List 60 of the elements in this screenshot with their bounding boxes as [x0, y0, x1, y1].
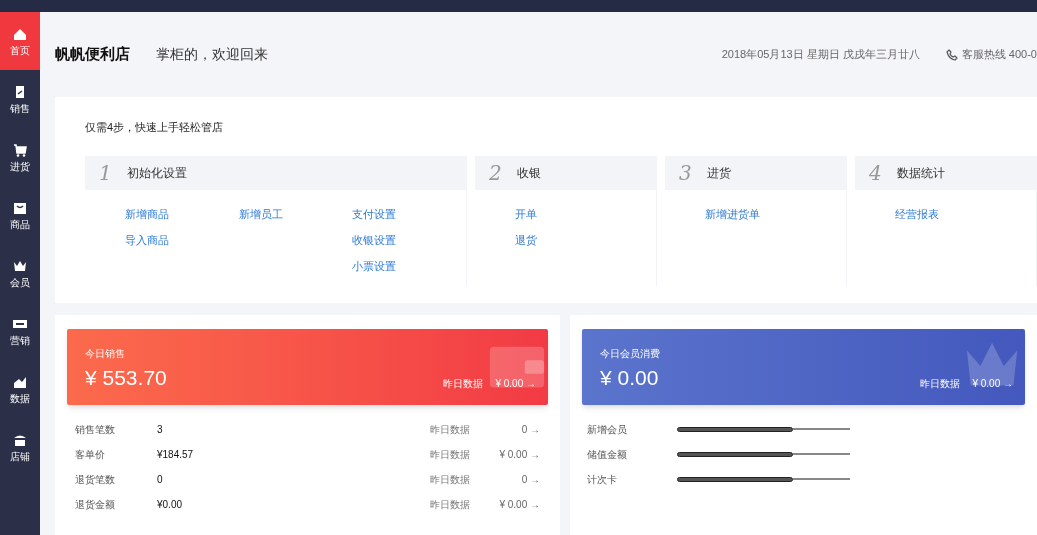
row-value: ¥184.57	[157, 447, 194, 462]
step-link[interactable]: 新增商品	[125, 206, 239, 222]
sidebar-item[interactable]: 首页	[0, 12, 40, 70]
step-link[interactable]: 新增员工	[238, 206, 353, 222]
step-number: 2	[489, 160, 503, 187]
compare-label: 昨日数据	[430, 447, 470, 462]
compare-label: 昨日数据	[443, 377, 484, 391]
compare-label: 昨日数据	[430, 422, 470, 437]
row-label: 销售笔数	[75, 422, 116, 437]
sidebar-item[interactable]: 会员	[0, 244, 40, 302]
row-value: 0	[157, 472, 163, 487]
sidebar-item[interactable]: 数据	[0, 360, 40, 418]
compare-label: 昨日数据	[430, 472, 470, 487]
row-label: 新增会员	[587, 422, 628, 437]
step-number: 1	[99, 160, 113, 187]
hotline-text: 客服热线 400-0	[961, 47, 1037, 63]
compare-value[interactable]: ¥ 0.00 →	[972, 376, 1013, 391]
step-link[interactable]: 小票设置	[352, 258, 466, 274]
step-link[interactable]: 收银设置	[352, 232, 466, 248]
amount-text: ¥ 553.70	[85, 365, 167, 391]
step-link[interactable]: 退货	[515, 232, 629, 248]
row-value: 3	[157, 422, 163, 437]
row-label: 客单价	[75, 447, 106, 462]
sidebar-item[interactable]: 店铺	[0, 418, 40, 476]
compare-value[interactable]: ¥ 0.00 →	[470, 446, 540, 462]
greeting-text: 掌柜的，欢迎回来	[156, 45, 268, 64]
cart-icon	[12, 141, 28, 158]
date-text: 2018年05月13日 星期日 戊戌年三月廿八	[721, 47, 920, 63]
step-link[interactable]: 经营报表	[895, 206, 1009, 222]
store-name: 帆帆便利店	[55, 44, 130, 65]
step-title: 收银	[517, 165, 541, 182]
step-title: 初始化设置	[127, 165, 187, 182]
row-value: ¥0.00	[157, 497, 183, 512]
amount-text: ¥ 0.00	[600, 365, 659, 391]
card-title: 今日销售	[85, 347, 125, 361]
phone-icon	[945, 48, 958, 61]
sidebar-item[interactable]: 进货	[0, 128, 40, 186]
step-link[interactable]: 新增进货单	[705, 206, 819, 222]
row-label: 储值金额	[587, 447, 628, 462]
step-number: 4	[869, 160, 883, 187]
row-label: 退货金额	[75, 497, 116, 512]
step-link[interactable]: 开单	[515, 206, 629, 222]
compare-value[interactable]: ¥ 0.00 →	[495, 376, 536, 391]
sidebar-item[interactable]: 营销	[0, 302, 40, 360]
guide-title: 仅需4步，快速上手轻松管店	[85, 120, 225, 135]
step-title: 进货	[707, 165, 731, 182]
row-label: 计次卡	[587, 472, 618, 487]
step-title: 数据统计	[897, 165, 945, 182]
compare-label: 昨日数据	[430, 497, 470, 512]
compare-value[interactable]: ¥ 0.00 →	[470, 496, 540, 512]
compare-label: 昨日数据	[920, 377, 961, 391]
sidebar-item[interactable]: 销售	[0, 70, 40, 128]
step-link[interactable]: 导入商品	[125, 232, 239, 248]
sidebar-item[interactable]: 商品	[0, 186, 40, 244]
step-link[interactable]: 支付设置	[352, 206, 466, 222]
row-label: 退货笔数	[75, 472, 116, 487]
compare-value[interactable]: 0 →	[470, 471, 540, 487]
step-number: 3	[679, 160, 693, 187]
card-title: 今日会员消费	[600, 347, 660, 361]
compare-value[interactable]: 0 →	[470, 421, 540, 437]
